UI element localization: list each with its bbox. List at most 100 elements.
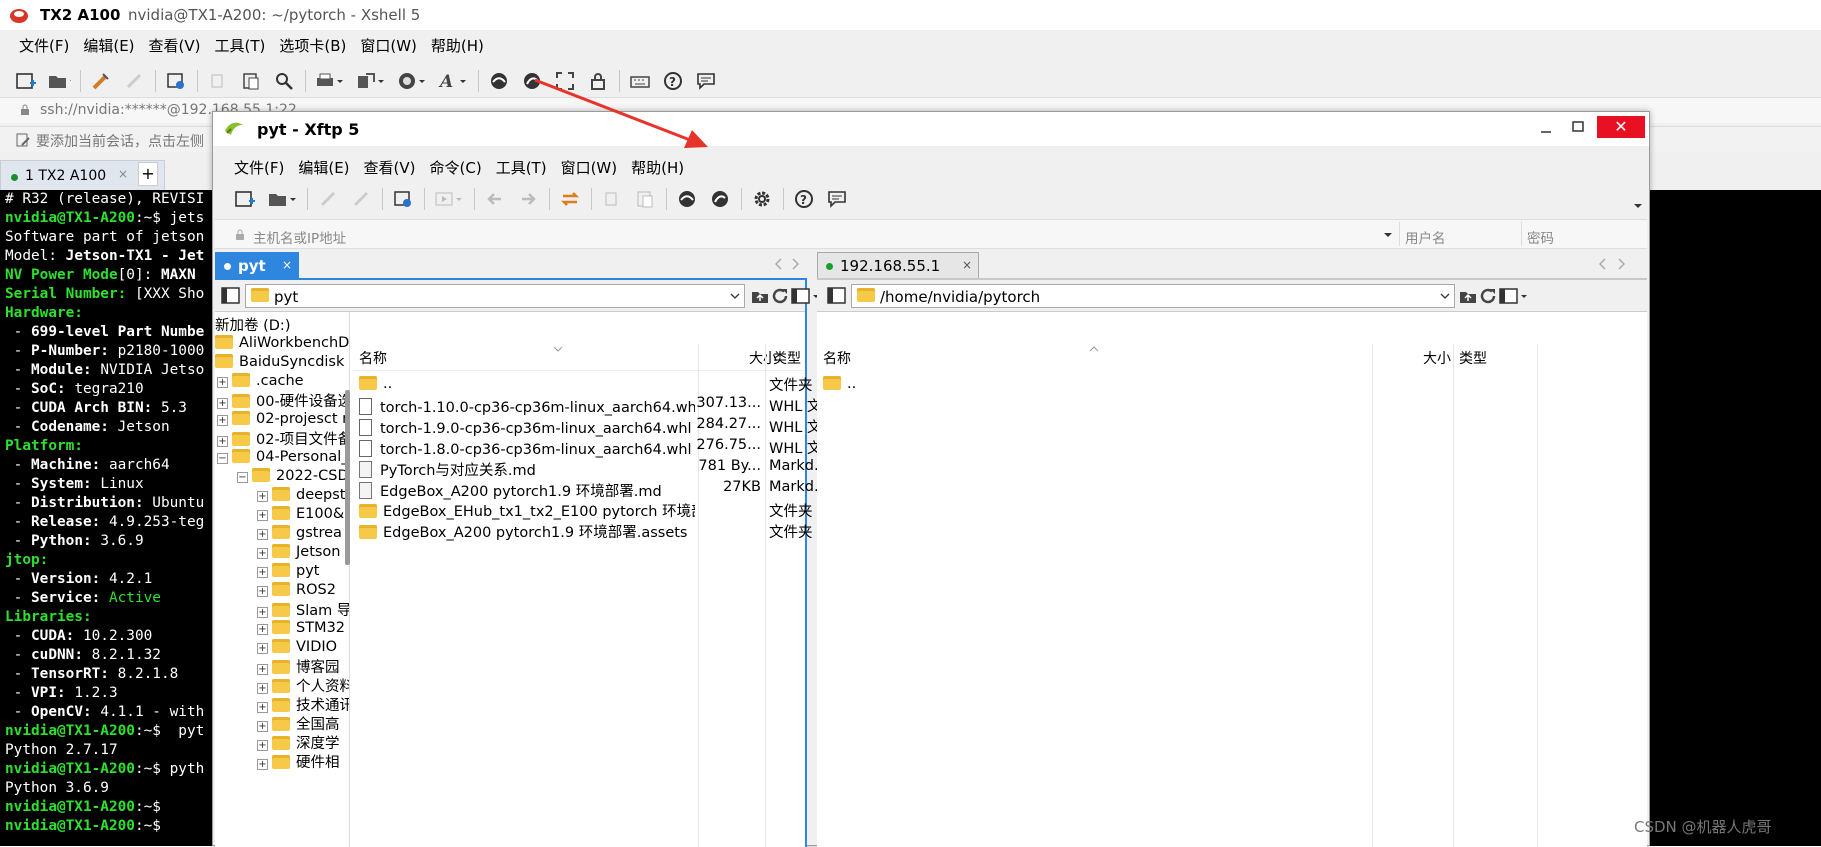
sync-transfer-icon[interactable] bbox=[558, 187, 582, 211]
minimize-icon[interactable] bbox=[1531, 120, 1561, 138]
xftp-xshell-icon[interactable] bbox=[675, 187, 699, 211]
xftp-menu-help[interactable]: 帮助(H) bbox=[624, 156, 691, 180]
keyboard-icon[interactable] bbox=[628, 69, 652, 93]
expand-icon[interactable]: + bbox=[217, 398, 228, 409]
remote-path-input[interactable]: /home/nvidia/pytorch bbox=[851, 284, 1455, 308]
xftp-menu-window[interactable]: 窗口(W) bbox=[554, 156, 625, 180]
remote-tab-scroll-right-icon[interactable] bbox=[1617, 258, 1625, 270]
remote-tab-close-icon[interactable]: × bbox=[962, 258, 972, 272]
xshell-menu-view[interactable]: 查看(V) bbox=[142, 34, 208, 58]
expand-icon[interactable]: + bbox=[257, 586, 268, 597]
xshell-menu-window[interactable]: 窗口(W) bbox=[353, 34, 424, 58]
copy-icon[interactable] bbox=[206, 69, 230, 93]
local-col-name[interactable]: 名称 bbox=[359, 348, 387, 368]
local-parent-folder-icon[interactable] bbox=[751, 287, 769, 305]
xftp-chat-icon[interactable] bbox=[825, 187, 849, 211]
globe-icon[interactable] bbox=[396, 69, 428, 93]
expand-icon[interactable]: + bbox=[257, 664, 268, 675]
remote-parent-folder-icon[interactable] bbox=[1459, 287, 1477, 305]
find-icon[interactable] bbox=[272, 69, 296, 93]
expand-icon[interactable]: + bbox=[257, 491, 268, 502]
remote-panel-toggle-icon[interactable] bbox=[827, 287, 847, 305]
xshell-app-icon[interactable] bbox=[487, 69, 511, 93]
local-col-type[interactable]: 类型 bbox=[773, 348, 801, 368]
username-input[interactable]: 用户名 bbox=[1405, 227, 1446, 247]
xftp-help-icon[interactable]: ? bbox=[792, 187, 816, 211]
expand-icon[interactable]: + bbox=[257, 548, 268, 559]
help-icon[interactable]: ? bbox=[661, 69, 685, 93]
transfer-icon[interactable] bbox=[355, 69, 387, 93]
xshell-menu-file[interactable]: 文件(F) bbox=[12, 34, 76, 58]
expand-icon[interactable]: + bbox=[217, 415, 228, 426]
properties-icon[interactable] bbox=[164, 69, 188, 93]
xftp-menu-edit[interactable]: 编辑(E) bbox=[291, 156, 356, 180]
expand-icon[interactable]: + bbox=[257, 624, 268, 635]
remote-col-name[interactable]: 名称 bbox=[823, 348, 851, 368]
expand-icon[interactable]: + bbox=[257, 643, 268, 654]
password-input[interactable]: 密码 bbox=[1527, 227, 1554, 247]
xftp-connect-icon[interactable] bbox=[316, 187, 340, 211]
host-input[interactable]: 主机名或IP地址 bbox=[253, 227, 346, 247]
expand-icon[interactable]: + bbox=[257, 683, 268, 694]
local-refresh-icon[interactable] bbox=[771, 287, 789, 305]
remote-tab-scroll-left-icon[interactable] bbox=[1599, 258, 1607, 270]
fullscreen-icon[interactable] bbox=[553, 69, 577, 93]
remote-path-dropdown-icon[interactable] bbox=[1440, 292, 1450, 300]
xftp-menu-view[interactable]: 查看(V) bbox=[357, 156, 423, 180]
back-arrow-icon[interactable] bbox=[483, 187, 507, 211]
xftp-menu-tools[interactable]: 工具(T) bbox=[489, 156, 554, 180]
new-session-icon[interactable] bbox=[14, 69, 38, 93]
expand-icon[interactable]: + bbox=[217, 436, 228, 447]
expand-icon[interactable]: + bbox=[217, 377, 228, 388]
expand-icon[interactable]: + bbox=[257, 510, 268, 521]
xftp-launch-icon[interactable] bbox=[520, 69, 544, 93]
settings-gear-icon[interactable] bbox=[750, 187, 774, 211]
remote-file-row[interactable]: .. bbox=[823, 374, 856, 398]
open-folder-icon[interactable] bbox=[47, 69, 71, 93]
file-row[interactable]: EdgeBox_A200 pytorch1.9 环境部署.assets bbox=[359, 521, 695, 545]
xftp-menu-file[interactable]: 文件(F) bbox=[227, 156, 291, 180]
lock-icon[interactable] bbox=[586, 69, 610, 93]
collapse-icon[interactable]: − bbox=[217, 453, 228, 464]
local-path-input[interactable]: pyt bbox=[245, 284, 745, 308]
new-tab-button[interactable]: + bbox=[138, 162, 158, 186]
disconnect-icon[interactable] bbox=[122, 69, 146, 93]
local-tab-scroll-left-icon[interactable] bbox=[775, 258, 783, 270]
close-tab-icon[interactable]: × bbox=[118, 167, 128, 181]
local-path-dropdown-icon[interactable] bbox=[730, 292, 740, 300]
remote-pane-tab[interactable]: 192.168.55.1 × bbox=[817, 252, 979, 280]
tree-scrollbar[interactable] bbox=[345, 390, 350, 565]
expand-icon[interactable]: + bbox=[257, 702, 268, 713]
remote-col-size[interactable]: 大小 bbox=[1423, 348, 1451, 368]
expand-icon[interactable]: + bbox=[257, 607, 268, 618]
xshell-menu-edit[interactable]: 编辑(E) bbox=[76, 34, 141, 58]
forward-arrow-icon[interactable] bbox=[516, 187, 540, 211]
xshell-menu-tools[interactable]: 工具(T) bbox=[208, 34, 273, 58]
xshell-menu-help[interactable]: 帮助(H) bbox=[424, 34, 491, 58]
local-pane-tab[interactable]: pyt × bbox=[215, 252, 299, 280]
local-tab-scroll-right-icon[interactable] bbox=[791, 258, 799, 270]
expand-icon[interactable]: + bbox=[257, 567, 268, 578]
xftp-menu-command[interactable]: 命令(C) bbox=[423, 156, 489, 180]
xftp-new-session-icon[interactable] bbox=[233, 187, 257, 211]
local-panel-toggle-icon[interactable] bbox=[221, 287, 241, 305]
font-icon[interactable]: A bbox=[437, 69, 469, 93]
print-icon[interactable] bbox=[314, 69, 346, 93]
xftp-app-icon[interactable] bbox=[708, 187, 732, 211]
reconnect-icon[interactable] bbox=[89, 69, 113, 93]
maximize-icon[interactable] bbox=[1563, 116, 1593, 138]
collapse-icon[interactable]: − bbox=[237, 472, 248, 483]
toolbar-overflow-icon[interactable] bbox=[1633, 202, 1643, 210]
xftp-paste-icon[interactable] bbox=[633, 187, 657, 211]
expand-icon[interactable]: + bbox=[257, 721, 268, 732]
remote-col-type[interactable]: 类型 bbox=[1459, 348, 1487, 368]
chat-icon[interactable] bbox=[694, 69, 718, 93]
tree-node[interactable]: + 硬件相 bbox=[257, 751, 340, 773]
remote-view-mode-icon[interactable] bbox=[1499, 287, 1529, 305]
expand-icon[interactable]: + bbox=[257, 759, 268, 770]
xftp-open-icon[interactable] bbox=[266, 187, 298, 211]
paste-icon[interactable] bbox=[239, 69, 263, 93]
remote-refresh-icon[interactable] bbox=[1479, 287, 1497, 305]
xftp-disconnect-icon[interactable] bbox=[349, 187, 373, 211]
xftp-play-icon[interactable] bbox=[433, 187, 465, 211]
